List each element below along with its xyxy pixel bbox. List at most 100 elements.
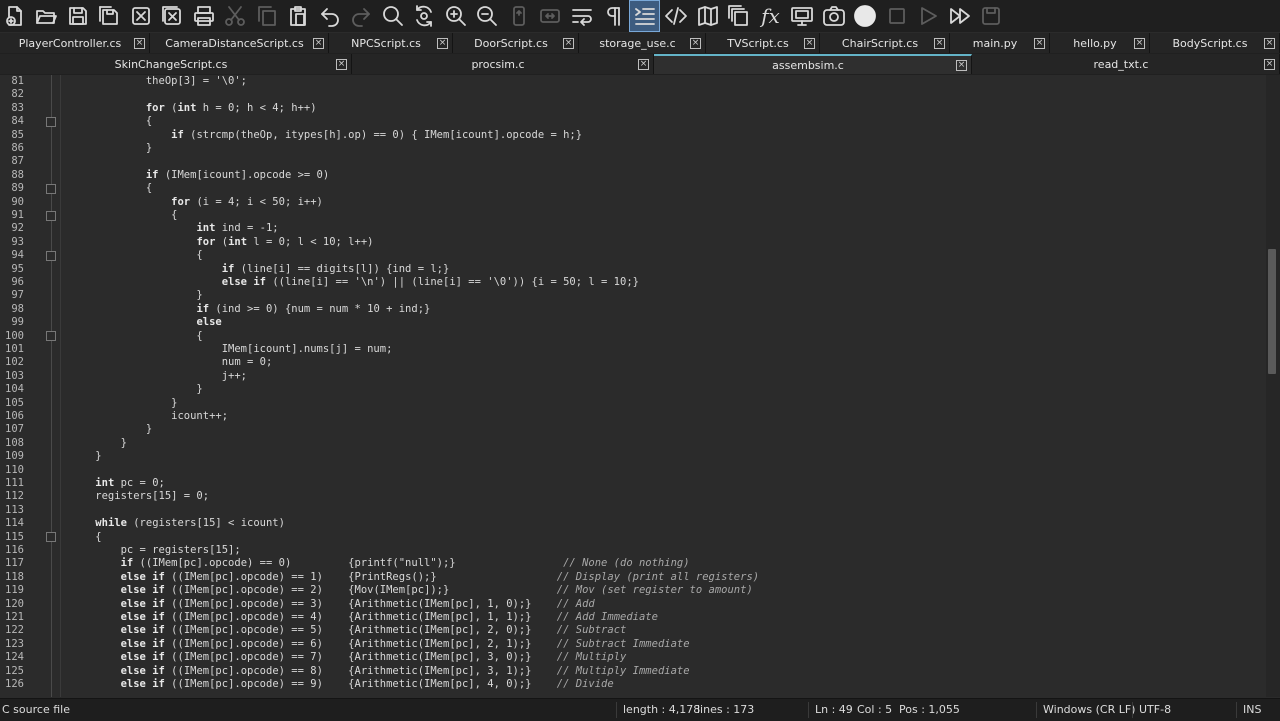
tab-r1-8[interactable]: hello.py × <box>1050 33 1150 53</box>
redo-button[interactable] <box>347 1 376 31</box>
code-line[interactable]: else if ((IMem[pc].opcode) == 4) {Arithm… <box>70 611 658 624</box>
code-line[interactable]: else if ((IMem[pc].opcode) == 6) {Arithm… <box>70 638 690 651</box>
fold-marker-icon[interactable] <box>46 116 56 127</box>
code-line[interactable]: else <box>70 316 221 329</box>
code-line[interactable]: int ind = -1; <box>70 222 278 235</box>
close-all-button[interactable] <box>158 1 187 31</box>
code-line[interactable]: if (IMem[icount].opcode >= 0) <box>70 169 329 182</box>
code-line[interactable]: else if ((IMem[pc].opcode) == 9) {Arithm… <box>70 678 614 691</box>
tab-close-icon[interactable]: × <box>437 37 448 49</box>
tab-r1-1[interactable]: CameraDistanceScript.cs × <box>150 33 329 53</box>
tab-close-icon[interactable]: × <box>1034 37 1045 49</box>
code-line[interactable]: { <box>70 182 152 195</box>
save-button[interactable] <box>63 1 92 31</box>
zoom-in-button[interactable] <box>441 1 470 31</box>
code-line[interactable]: icount++; <box>70 410 228 423</box>
code-area[interactable]: theOp[3] = '\0'; for (int h = 0; h < 4; … <box>60 75 1265 697</box>
code-line[interactable]: } <box>70 142 152 155</box>
sync-horizontal-scroll-button[interactable] <box>536 1 565 31</box>
tab-close-icon[interactable]: × <box>804 37 815 49</box>
tab-close-icon[interactable]: × <box>1264 58 1275 70</box>
fold-marker-icon[interactable] <box>46 210 56 221</box>
cut-button[interactable] <box>221 1 250 31</box>
stop-macro-button[interactable] <box>882 1 911 31</box>
code-line[interactable]: while (registers[15] < icount) <box>70 517 285 530</box>
save-macro-button[interactable] <box>977 1 1006 31</box>
code-line[interactable]: if (strcmp(theOp, itypes[h].op) == 0) { … <box>70 129 582 142</box>
tab-r1-9[interactable]: BodyScript.cs × <box>1150 33 1280 53</box>
code-line[interactable]: theOp[3] = '\0'; <box>70 75 247 88</box>
tab-r1-3[interactable]: DoorScript.cs × <box>453 33 579 53</box>
eol-format[interactable]: Windows (CR LF) <box>1043 699 1135 721</box>
xml-tag-button[interactable] <box>662 1 691 31</box>
paste-button[interactable] <box>284 1 313 31</box>
document-list-button[interactable] <box>725 1 754 31</box>
tab-close-icon[interactable]: × <box>638 58 649 70</box>
code-line[interactable]: int pc = 0; <box>70 477 165 490</box>
zoom-out-button[interactable] <box>473 1 502 31</box>
undo-button[interactable] <box>315 1 344 31</box>
code-line[interactable]: pc = registers[15]; <box>70 544 241 557</box>
vertical-scrollbar[interactable] <box>1266 75 1280 697</box>
tab-r1-4[interactable]: storage_use.c × <box>579 33 706 53</box>
tab-r1-0[interactable]: PlayerController.cs × <box>0 33 150 53</box>
tab-close-icon[interactable]: × <box>934 37 945 49</box>
tab-close-icon[interactable]: × <box>956 59 967 71</box>
tab-close-icon[interactable]: × <box>563 37 574 49</box>
word-wrap-button[interactable] <box>567 1 596 31</box>
code-line[interactable]: else if ((IMem[pc].opcode) == 7) {Arithm… <box>70 651 627 664</box>
open-folder-button[interactable] <box>32 1 61 31</box>
fold-marker-icon[interactable] <box>46 250 56 261</box>
code-line[interactable]: else if ((IMem[pc].opcode) == 1) {PrintR… <box>70 571 760 584</box>
tab-close-icon[interactable]: × <box>336 58 347 70</box>
encoding[interactable]: UTF-8 <box>1139 699 1171 721</box>
tab-close-icon[interactable]: × <box>134 37 145 49</box>
code-line[interactable]: } <box>70 437 127 450</box>
code-line[interactable]: } <box>70 289 202 302</box>
code-line[interactable]: else if ((IMem[pc].opcode) == 8) {Arithm… <box>70 665 690 678</box>
tab-r1-2[interactable]: NPCScript.cs × <box>329 33 453 53</box>
tab-close-icon[interactable]: × <box>1264 37 1275 49</box>
fold-marker-icon[interactable] <box>46 532 56 543</box>
code-line[interactable]: IMem[icount].nums[j] = num; <box>70 343 393 356</box>
indent-guide-button[interactable] <box>629 0 660 32</box>
code-line[interactable]: num = 0; <box>70 356 273 369</box>
record-macro-button[interactable] <box>851 1 880 31</box>
scrollbar-thumb[interactable] <box>1268 248 1276 374</box>
tab-r2-1[interactable]: procsim.c × <box>352 54 654 74</box>
code-line[interactable]: } <box>70 423 152 436</box>
code-line[interactable]: for (i = 4; i < 50; i++) <box>70 196 323 209</box>
code-line[interactable]: for (int h = 0; h < 4; h++) <box>70 102 317 115</box>
run-macro-multiple-button[interactable] <box>945 1 974 31</box>
code-line[interactable]: else if ((IMem[pc].opcode) == 3) {Arithm… <box>70 598 595 611</box>
copy-button[interactable] <box>252 1 281 31</box>
code-line[interactable]: } <box>70 383 202 396</box>
code-line[interactable]: for (int l = 0; l < 10; l++) <box>70 236 373 249</box>
code-line[interactable]: { <box>70 209 177 222</box>
tab-r1-6[interactable]: ChairScript.cs × <box>820 33 950 53</box>
find-button[interactable] <box>378 1 407 31</box>
print-button[interactable] <box>189 1 218 31</box>
show-all-characters-button[interactable] <box>599 1 628 31</box>
close-button[interactable] <box>126 1 155 31</box>
code-line[interactable]: else if ((IMem[pc].opcode) == 2) {Mov(IM… <box>70 584 753 597</box>
code-line[interactable]: registers[15] = 0; <box>70 490 209 503</box>
code-line[interactable]: } <box>70 450 101 463</box>
tab-close-icon[interactable]: × <box>1134 37 1145 49</box>
sync-vertical-scroll-button[interactable] <box>504 1 533 31</box>
document-map-button[interactable] <box>693 1 722 31</box>
tab-r2-2[interactable]: assembsim.c × <box>654 54 972 74</box>
monitor-button[interactable] <box>788 1 817 31</box>
function-list-button[interactable]: fx <box>756 1 785 31</box>
replace-button[interactable] <box>410 1 439 31</box>
fold-marker-icon[interactable] <box>46 183 56 194</box>
insert-mode[interactable]: INS <box>1243 699 1261 721</box>
code-line[interactable]: else if ((IMem[pc].opcode) == 5) {Arithm… <box>70 624 627 637</box>
play-macro-button[interactable] <box>914 1 943 31</box>
save-all-button[interactable] <box>95 1 124 31</box>
code-line[interactable]: if (line[i] == digits[l]) {ind = l;} <box>70 263 450 276</box>
code-line[interactable]: { <box>70 249 202 262</box>
code-line[interactable]: } <box>70 397 177 410</box>
new-file-button[interactable] <box>0 1 29 31</box>
code-line[interactable]: j++; <box>70 370 247 383</box>
